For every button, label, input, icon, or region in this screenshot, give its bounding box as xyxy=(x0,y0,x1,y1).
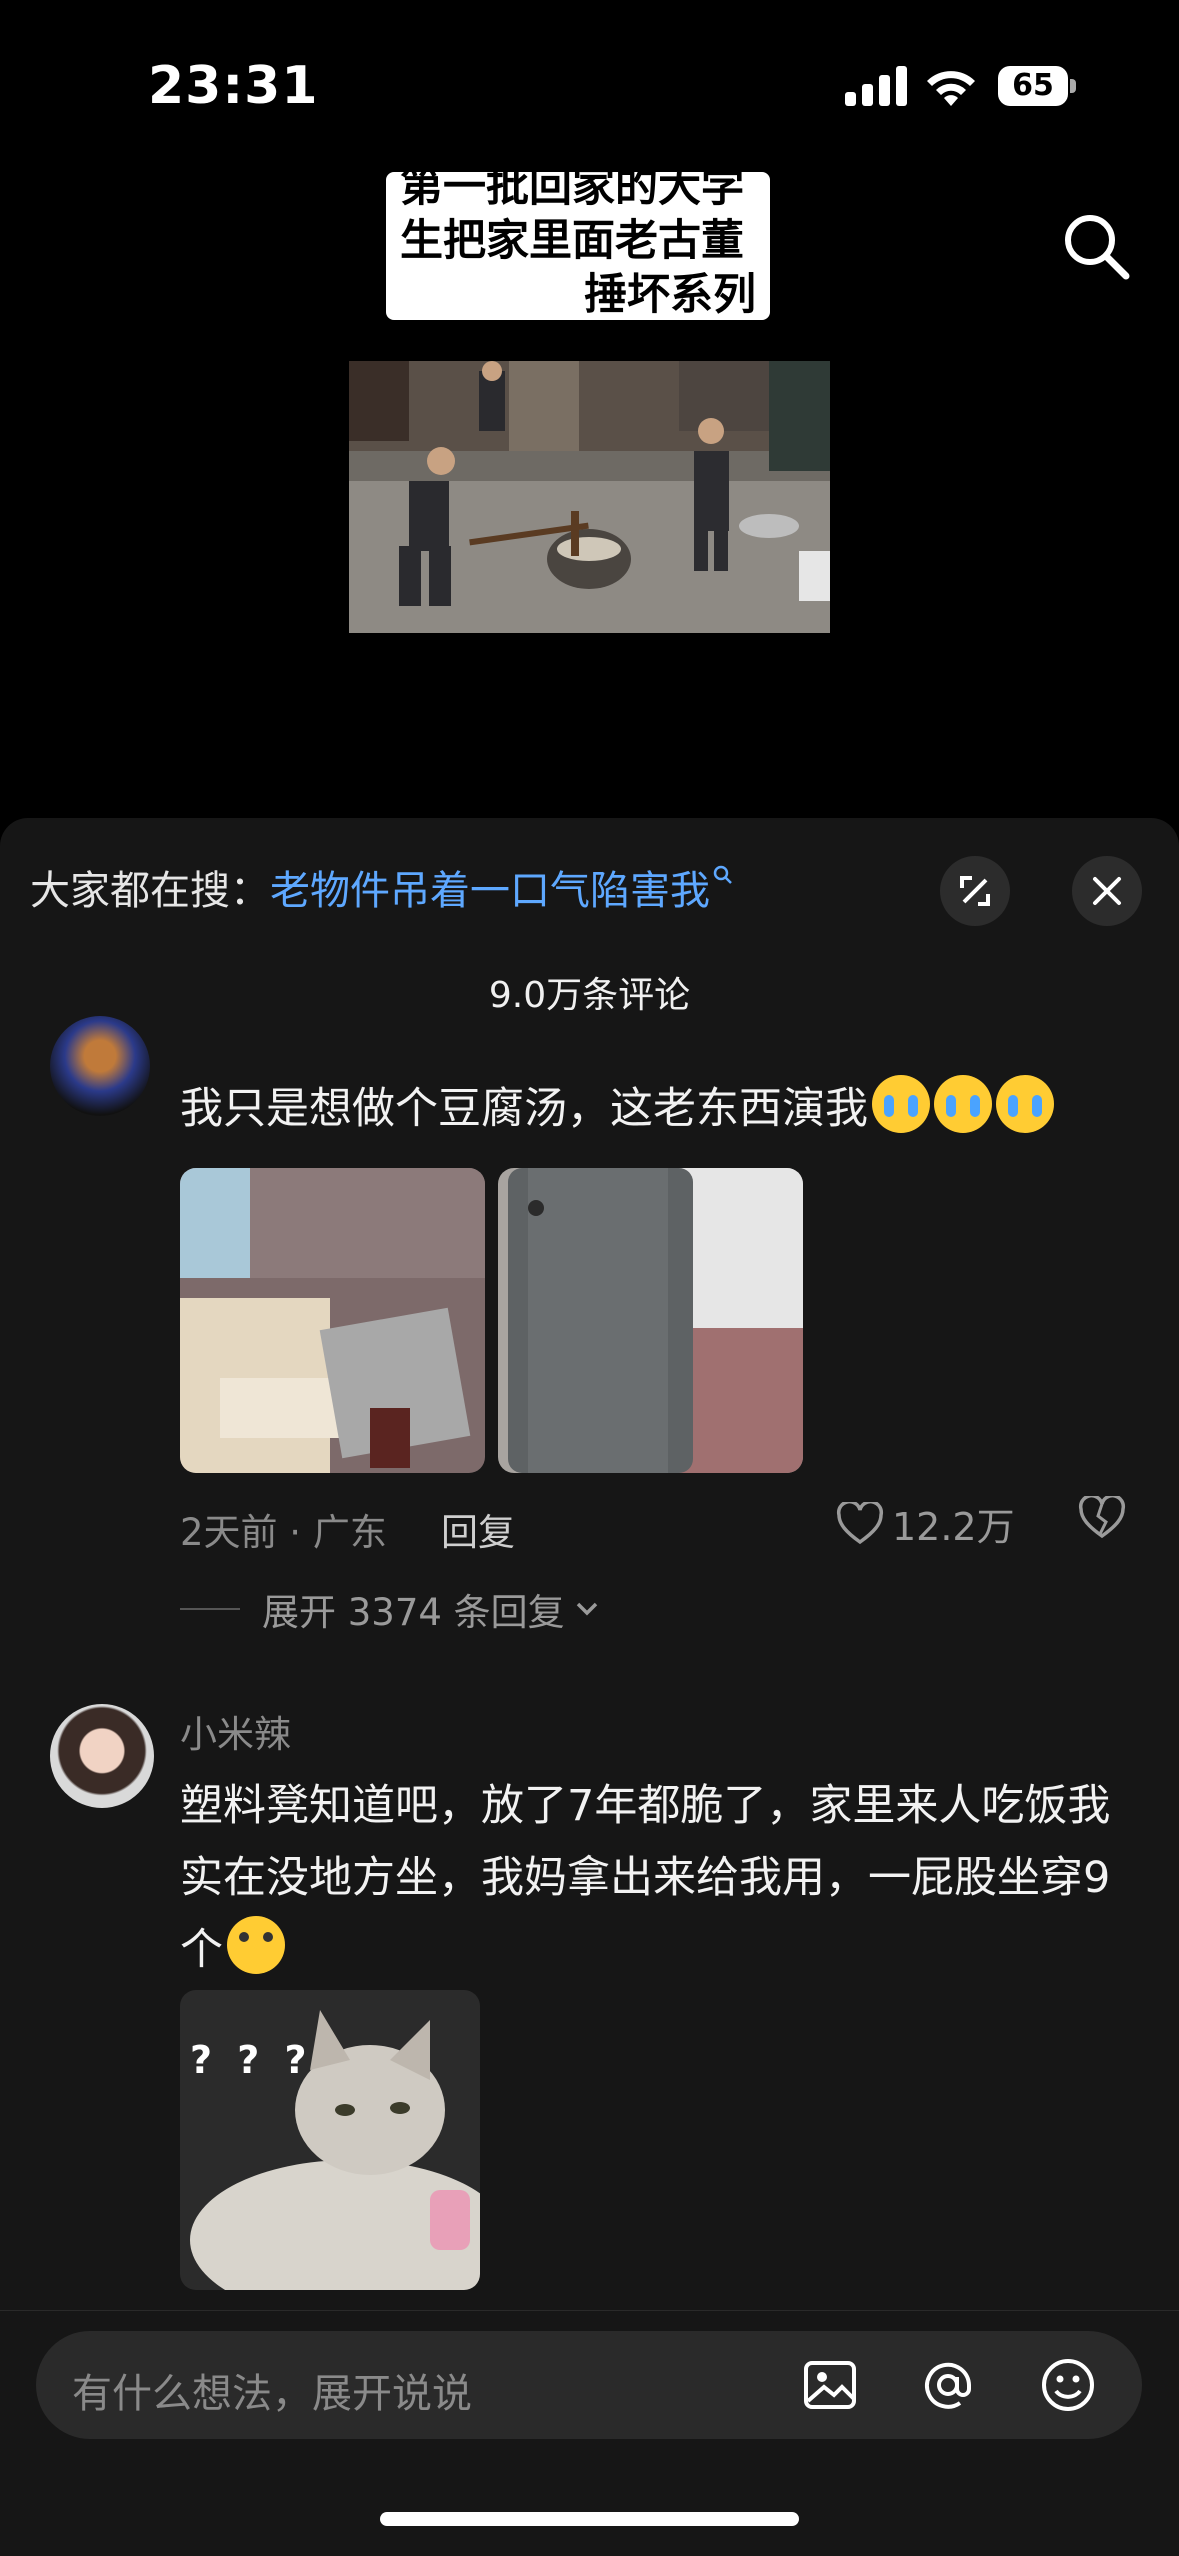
close-icon xyxy=(1093,877,1121,905)
caption-line-1: 第一批回家的大学 xyxy=(400,172,744,212)
cat-photo xyxy=(180,1990,480,2290)
emoji-icon[interactable] xyxy=(1038,2355,1098,2415)
close-button[interactable] xyxy=(1072,856,1142,926)
comment-count: 9.0万条评论 xyxy=(488,975,691,1016)
caption-line-2: 生把家里面老古董 xyxy=(400,216,744,266)
cellular-signal-icon xyxy=(845,66,907,106)
comment-text: 塑料凳知道吧，放了7年都脆了，家里来人吃饭我实在没地方坐，我妈拿出来给我用，一屁… xyxy=(180,1770,1140,1986)
crying-face-icon xyxy=(934,1075,992,1133)
heart-icon xyxy=(836,1501,884,1544)
comment-body: 我只是想做个豆腐汤，这老东西演我 xyxy=(180,1084,868,1134)
comment-time-location: 2天前 · 广东 xyxy=(180,1511,387,1554)
laughing-crying-face-icon xyxy=(227,1916,285,1974)
video-caption: 第一批回家的大学 生把家里面老古董 捶坏系列 xyxy=(386,172,770,320)
search-icon[interactable] xyxy=(1058,208,1134,284)
reply-button[interactable]: 回复 xyxy=(441,1502,515,1556)
input-placeholder: 有什么想法，展开说说 xyxy=(72,2371,472,2417)
image-text: ? ? ? xyxy=(190,2038,313,2082)
home-indicator[interactable] xyxy=(380,2512,799,2526)
battery-icon: 65 xyxy=(998,66,1076,106)
crying-face-icon xyxy=(872,1075,930,1133)
comment-body: 塑料凳知道吧，放了7年都脆了，家里来人吃饭我实在没地方坐，我妈拿出来给我用，一屁… xyxy=(180,1781,1111,1975)
dislike-icon[interactable] xyxy=(1078,1496,1126,1540)
comment-text: 我只是想做个豆腐汤，这老东西演我 xyxy=(180,1074,1054,1136)
like-button[interactable]: 12.2万 xyxy=(836,1496,1015,1551)
like-count: 12.2万 xyxy=(892,1505,1015,1549)
status-time: 23:31 xyxy=(148,56,319,116)
search-suggestion[interactable]: 大家都在搜：老物件吊着一口气陷害我 xyxy=(30,858,734,916)
chevron-down-icon xyxy=(576,1602,597,1616)
status-bar: 23:31 65 xyxy=(0,0,1179,170)
expand-replies-button[interactable]: 展开 3374 条回复 xyxy=(180,1582,601,1636)
username[interactable]: 小米辣 xyxy=(180,1704,291,1758)
suggestion-prefix: 大家都在搜： xyxy=(30,868,270,914)
avatar[interactable] xyxy=(50,1704,154,1808)
mention-icon[interactable] xyxy=(918,2355,978,2415)
expand-replies-label: 展开 3374 条回复 xyxy=(262,1591,565,1634)
battery-level: 65 xyxy=(998,66,1068,106)
comment-image[interactable] xyxy=(498,1168,803,1473)
crying-face-icon xyxy=(996,1075,1054,1133)
image-icon[interactable] xyxy=(800,2355,860,2415)
comment-image[interactable]: ? ? ? xyxy=(180,1990,480,2290)
video-frame[interactable] xyxy=(349,361,830,633)
divider xyxy=(180,1608,240,1610)
expand-button[interactable] xyxy=(940,856,1010,926)
expand-icon xyxy=(960,876,990,906)
suggestion-query[interactable]: 老物件吊着一口气陷害我 xyxy=(270,868,710,914)
avatar[interactable] xyxy=(50,1016,150,1116)
caption-line-3: 捶坏系列 xyxy=(584,270,756,320)
comment-input[interactable]: 有什么想法，展开说说 xyxy=(36,2331,1142,2439)
wifi-icon xyxy=(927,71,975,106)
comment-image[interactable] xyxy=(180,1168,485,1473)
small-search-icon xyxy=(713,865,732,884)
